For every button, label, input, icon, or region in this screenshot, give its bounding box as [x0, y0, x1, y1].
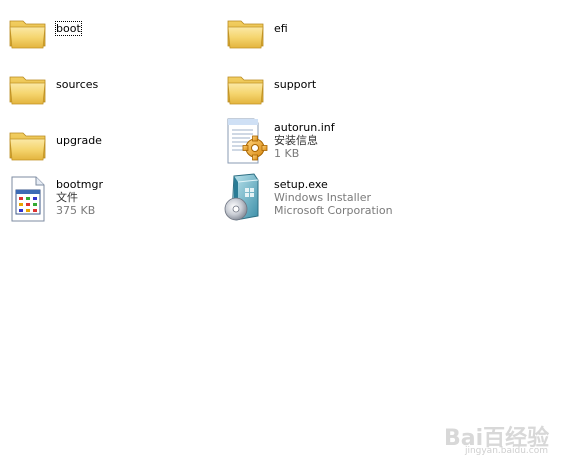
folder-icon	[8, 68, 52, 116]
watermark-url: jingyan.baidu.com	[464, 446, 548, 456]
installer-icon	[222, 172, 270, 221]
folder-icon	[8, 12, 52, 60]
folder-item-efi[interactable]: efi	[226, 12, 288, 60]
folder-icon	[8, 124, 52, 172]
item-name: sources	[56, 78, 99, 91]
folder-item-sources[interactable]: sources	[8, 68, 98, 116]
item-name: autorun.inf	[274, 121, 335, 134]
item-company: Microsoft Corporation	[274, 204, 393, 217]
item-name: boot	[55, 21, 82, 36]
file-list-view: boot efi sources support upgrade autorun…	[0, 0, 582, 470]
item-name: bootmgr	[56, 178, 103, 191]
item-name: efi	[274, 22, 288, 35]
item-type: Windows Installer	[274, 191, 372, 204]
item-name: setup.exe	[274, 178, 328, 191]
setup-info-file-icon	[222, 116, 270, 164]
folder-icon	[226, 68, 270, 116]
folder-item-boot[interactable]: boot	[8, 12, 82, 60]
file-item-bootmgr[interactable]: bootmgr 文件 375 KB	[8, 174, 103, 222]
generic-file-icon	[8, 174, 52, 222]
folder-item-support[interactable]: support	[226, 68, 316, 116]
folder-item-upgrade[interactable]: upgrade	[8, 124, 102, 172]
item-size: 375 KB	[56, 204, 96, 217]
item-type: 安装信息	[274, 134, 318, 147]
item-name: support	[274, 78, 317, 91]
file-item-autorun-inf[interactable]: autorun.inf 安装信息 1 KB	[222, 116, 335, 164]
item-name: upgrade	[56, 134, 102, 147]
item-type: 文件	[56, 191, 78, 204]
item-size: 1 KB	[274, 147, 300, 160]
baidu-watermark: Bai百经验 jingyan.baidu.com	[444, 420, 554, 456]
folder-icon	[226, 12, 270, 60]
file-item-setup-exe[interactable]: setup.exe Windows Installer Microsoft Co…	[222, 172, 393, 221]
